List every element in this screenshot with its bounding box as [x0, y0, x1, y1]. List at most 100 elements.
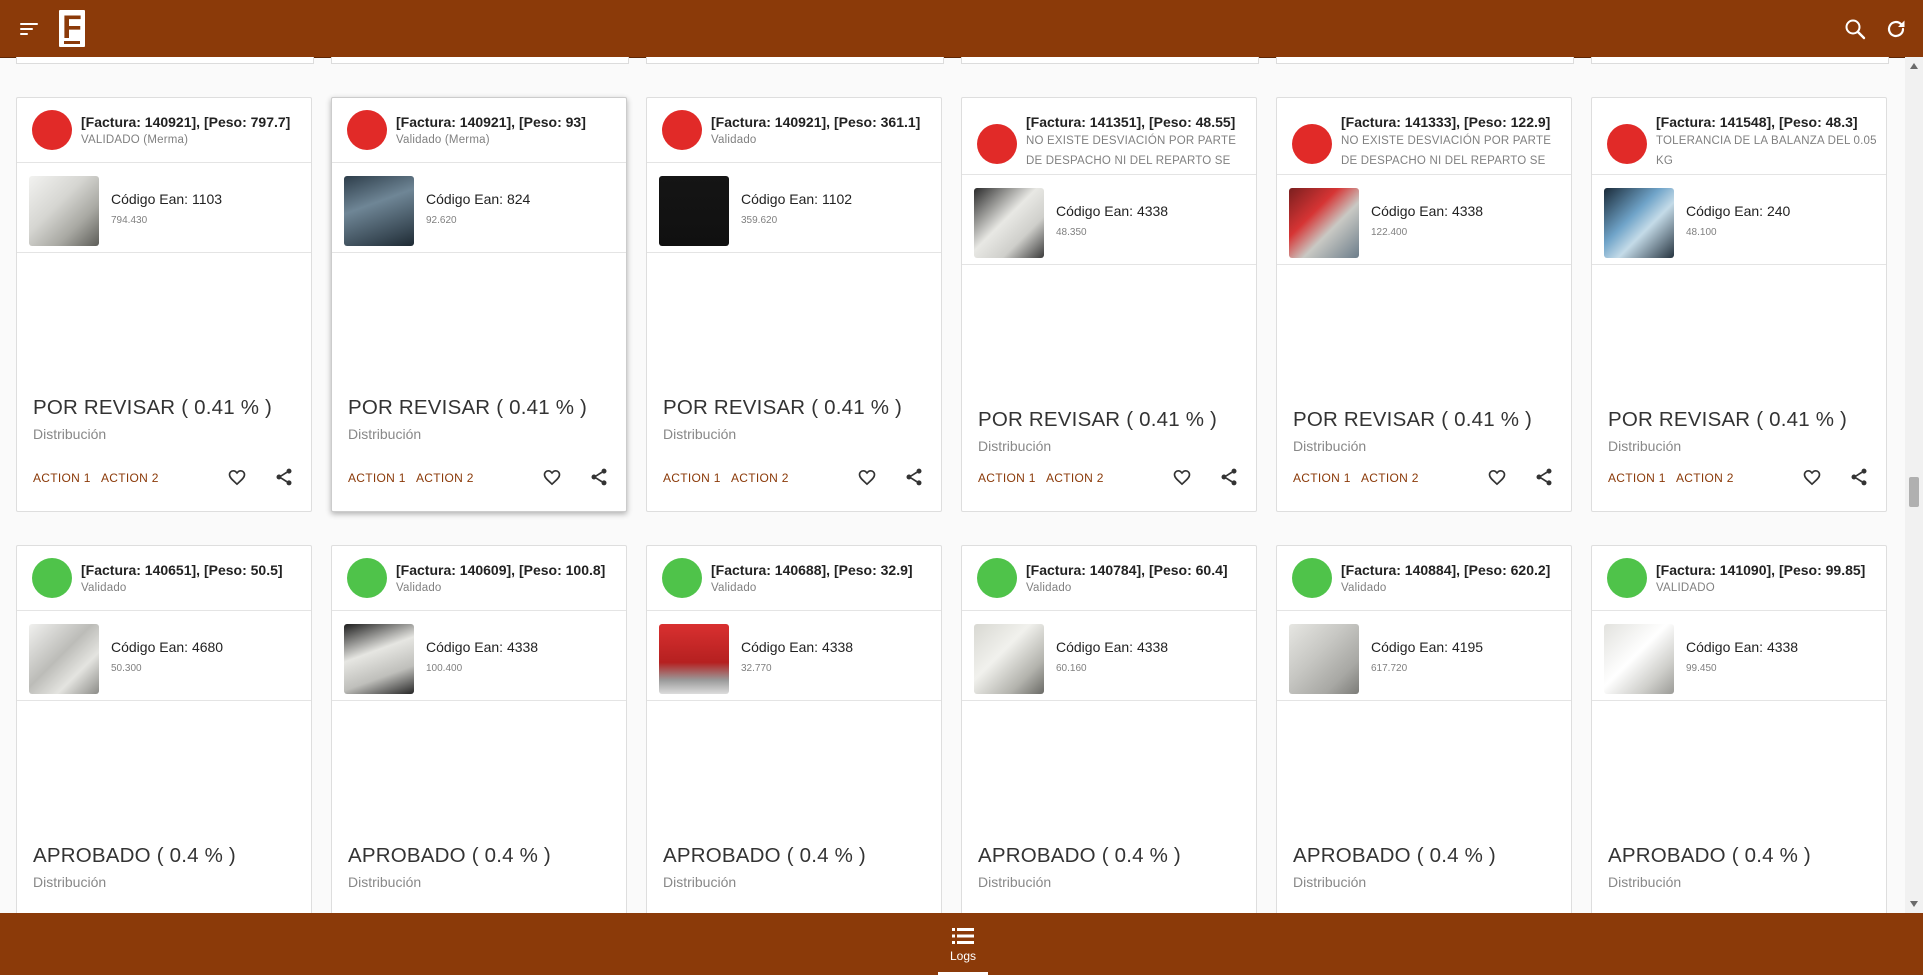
previous-card-edge: [961, 57, 1259, 64]
card-actions: ACTION 1 ACTION 2: [17, 463, 311, 493]
product-photo[interactable]: [659, 176, 729, 246]
ean-code: Código Ean: 4338: [1686, 639, 1799, 655]
heart-icon[interactable]: [227, 467, 247, 487]
product-item[interactable]: Código Ean: 4338 48.350: [962, 174, 1256, 265]
measured-weight: 60.160: [1056, 663, 1087, 674]
heart-icon[interactable]: [1172, 467, 1192, 487]
heart-icon[interactable]: [1802, 467, 1822, 487]
card-title: [Factura: 140921], [Peso: 797.7]: [81, 114, 291, 130]
product-photo[interactable]: [974, 624, 1044, 694]
action-2-button[interactable]: ACTION 2: [731, 471, 789, 485]
product-photo[interactable]: [974, 188, 1044, 258]
card-title: [Factura: 140609], [Peso: 100.8]: [396, 562, 606, 578]
search-icon[interactable]: [1843, 17, 1867, 41]
log-card[interactable]: [Factura: 141333], [Peso: 122.9] NO EXIST…: [1276, 97, 1572, 512]
list-icon: [952, 928, 974, 944]
vertical-scrollbar[interactable]: [1905, 57, 1923, 913]
log-card[interactable]: [Factura: 141090], [Peso: 99.85] VALIDADO…: [1591, 545, 1887, 913]
product-item[interactable]: Código Ean: 4338 100.400: [332, 610, 626, 701]
heart-icon[interactable]: [542, 467, 562, 487]
product-item[interactable]: Código Ean: 240 48.100: [1592, 174, 1886, 265]
log-card[interactable]: [Factura: 140921], [Peso: 797.7] VALIDADO…: [16, 97, 312, 512]
measured-weight: 48.100: [1686, 227, 1717, 238]
product-photo[interactable]: [344, 624, 414, 694]
share-icon[interactable]: [274, 467, 294, 487]
action-1-button[interactable]: ACTION 1: [33, 471, 91, 485]
product-item[interactable]: Código Ean: 4680 50.300: [17, 610, 311, 701]
measured-weight: 100.400: [426, 663, 463, 674]
action-1-button[interactable]: ACTION 1: [978, 471, 1036, 485]
share-icon[interactable]: [589, 467, 609, 487]
action-1-button[interactable]: ACTION 1: [1608, 471, 1666, 485]
share-icon[interactable]: [1534, 467, 1554, 487]
log-card[interactable]: [Factura: 140651], [Peso: 50.5] Validado C…: [16, 545, 312, 913]
share-icon[interactable]: [1219, 467, 1239, 487]
share-icon[interactable]: [904, 467, 924, 487]
product-item[interactable]: Código Ean: 1103 794.430: [17, 162, 311, 253]
heart-icon[interactable]: [857, 467, 877, 487]
status-indicator: [32, 110, 72, 150]
review-status: APROBADO ( 0.4 % ): [33, 844, 236, 867]
app-logo[interactable]: F: [59, 10, 85, 47]
card-title: [Factura: 141090], [Peso: 99.85]: [1656, 562, 1866, 578]
status-indicator: [347, 558, 387, 598]
heart-icon[interactable]: [1487, 467, 1507, 487]
product-item[interactable]: Código Ean: 824 92.620: [332, 162, 626, 253]
log-card[interactable]: [Factura: 141351], [Peso: 48.55] NO EXIST…: [961, 97, 1257, 512]
action-2-button[interactable]: ACTION 2: [1361, 471, 1419, 485]
measured-weight: 794.430: [111, 215, 148, 226]
log-card[interactable]: [Factura: 140921], [Peso: 93] Validado (M…: [331, 97, 627, 512]
measured-weight: 359.620: [741, 215, 778, 226]
cards-scroll-area[interactable]: [Factura: 140921], [Peso: 797.7] VALIDADO…: [0, 57, 1905, 913]
log-card[interactable]: [Factura: 140688], [Peso: 32.9] Validado C…: [646, 545, 942, 913]
product-photo[interactable]: [1604, 188, 1674, 258]
card-title: [Factura: 140921], [Peso: 361.1]: [711, 114, 921, 130]
status-indicator: [977, 124, 1017, 164]
review-status: APROBADO ( 0.4 % ): [1608, 844, 1811, 867]
product-photo[interactable]: [1289, 624, 1359, 694]
action-1-button[interactable]: ACTION 1: [663, 471, 721, 485]
department: Distribución: [1608, 438, 1682, 454]
product-item[interactable]: Código Ean: 4338 122.400: [1277, 174, 1571, 265]
review-status: APROBADO ( 0.4 % ): [663, 844, 866, 867]
share-icon[interactable]: [1849, 467, 1869, 487]
card-actions: ACTION 1 ACTION 2: [332, 463, 626, 493]
product-item[interactable]: Código Ean: 4338 32.770: [647, 610, 941, 701]
ean-code: Código Ean: 240: [1686, 203, 1791, 219]
product-photo[interactable]: [659, 624, 729, 694]
review-status: POR REVISAR ( 0.41 % ): [978, 408, 1218, 431]
previous-card-edge: [331, 57, 629, 64]
log-card[interactable]: [Factura: 140921], [Peso: 361.1] Validado…: [646, 97, 942, 512]
log-card[interactable]: [Factura: 140609], [Peso: 100.8] Validado…: [331, 545, 627, 913]
product-photo[interactable]: [1604, 624, 1674, 694]
action-1-button[interactable]: ACTION 1: [348, 471, 406, 485]
action-2-button[interactable]: ACTION 2: [1676, 471, 1734, 485]
department: Distribución: [1608, 874, 1682, 890]
product-item[interactable]: Código Ean: 4338 60.160: [962, 610, 1256, 701]
product-item[interactable]: Código Ean: 1102 359.620: [647, 162, 941, 253]
action-2-button[interactable]: ACTION 2: [101, 471, 159, 485]
nav-item-logs[interactable]: Logs: [938, 913, 988, 975]
ean-code: Código Ean: 4338: [741, 639, 854, 655]
product-item[interactable]: Código Ean: 4195 617.720: [1277, 610, 1571, 701]
log-card[interactable]: [Factura: 141548], [Peso: 48.3] TOLERANCI…: [1591, 97, 1887, 512]
status-indicator: [1292, 558, 1332, 598]
scroll-thumb[interactable]: [1909, 477, 1919, 507]
action-1-button[interactable]: ACTION 1: [1293, 471, 1351, 485]
menu-icon[interactable]: [18, 18, 40, 40]
measured-weight: 50.300: [111, 663, 142, 674]
log-card[interactable]: [Factura: 140784], [Peso: 60.4] Validado C…: [961, 545, 1257, 913]
review-status: POR REVISAR ( 0.41 % ): [1608, 408, 1848, 431]
action-2-button[interactable]: ACTION 2: [416, 471, 474, 485]
scroll-down-icon[interactable]: [1910, 901, 1918, 907]
product-photo[interactable]: [29, 176, 99, 246]
action-2-button[interactable]: ACTION 2: [1046, 471, 1104, 485]
product-photo[interactable]: [1289, 188, 1359, 258]
product-item[interactable]: Código Ean: 4338 99.450: [1592, 610, 1886, 701]
scroll-up-icon[interactable]: [1910, 63, 1918, 69]
refresh-icon[interactable]: [1884, 17, 1908, 41]
product-photo[interactable]: [344, 176, 414, 246]
product-photo[interactable]: [29, 624, 99, 694]
log-card[interactable]: [Factura: 140884], [Peso: 620.2] Validado…: [1276, 545, 1572, 913]
ean-code: Código Ean: 4338: [1371, 203, 1484, 219]
